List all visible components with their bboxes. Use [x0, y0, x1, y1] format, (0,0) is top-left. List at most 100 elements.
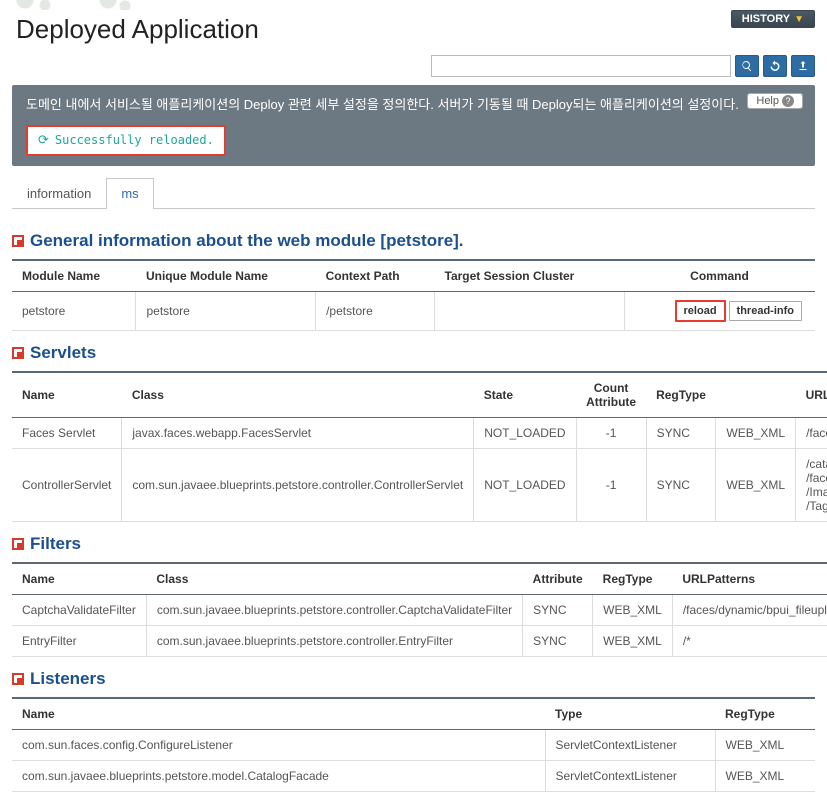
- cell-name: CaptchaValidateFilter: [12, 594, 146, 625]
- cell-urltype: WEB_XML: [716, 417, 796, 448]
- th-urltype: [716, 372, 796, 418]
- servlets-table: Name Class State Count Attribute RegType…: [12, 371, 827, 522]
- cell-url-patterns: /faces/*: [796, 417, 827, 448]
- th-attribute: Attribute: [523, 563, 593, 595]
- chevron-down-icon: ▼: [794, 14, 804, 25]
- decorative-dots: [0, 0, 827, 10]
- table-row: Faces Servletjavax.faces.webapp.FacesSer…: [12, 417, 827, 448]
- cell-regtype: SYNC: [646, 448, 716, 521]
- cell-state: NOT_LOADED: [474, 448, 576, 521]
- cell-regtype: WEB_XML: [715, 729, 815, 760]
- cell-type: ServletContextListener: [545, 729, 715, 760]
- help-label: Help: [756, 95, 779, 107]
- cell-class: javax.faces.webapp.FacesServlet: [122, 417, 474, 448]
- status-message-text: Successfully reloaded.: [55, 133, 214, 147]
- cell-regtype: WEB_XML: [715, 760, 815, 791]
- reload-button[interactable]: reload: [675, 300, 726, 322]
- section-icon: [12, 538, 24, 550]
- table-row: ControllerServletcom.sun.javaee.blueprin…: [12, 448, 827, 521]
- section-icon: [12, 235, 24, 247]
- export-xml-icon-button[interactable]: [791, 55, 815, 77]
- th-module-name: Module Name: [12, 260, 136, 292]
- section-title-servlets: Servlets: [12, 343, 815, 363]
- th-url-patterns: URLPatterns: [672, 563, 827, 595]
- section-title-listeners-text: Listeners: [30, 669, 106, 689]
- th-state: State: [474, 372, 576, 418]
- cell-name: com.sun.faces.config.ConfigureListener: [12, 729, 545, 760]
- history-label: HISTORY: [742, 13, 790, 25]
- th-regtype: RegType: [715, 698, 815, 730]
- cell-url-patterns: /faces/dynamic/bpui_fileupload_handler/h…: [672, 594, 827, 625]
- cell-class: com.sun.javaee.blueprints.petstore.contr…: [122, 448, 474, 521]
- cell-class: com.sun.javaee.blueprints.petstore.contr…: [146, 594, 522, 625]
- table-row: com.sun.faces.config.ConfigureListenerSe…: [12, 729, 815, 760]
- cell-url-patterns: /catalog /controller /faces/CaptchaServl…: [796, 448, 827, 521]
- th-name: Name: [12, 372, 122, 418]
- cell-attribute: SYNC: [523, 594, 593, 625]
- cell-name: com.sun.javaee.blueprints.petstore.model…: [12, 760, 545, 791]
- description-text: 도메인 내에서 서비스될 애플리케이션의 Deploy 관련 세부 설정을 정의…: [26, 95, 801, 115]
- th-count-attr: Count Attribute: [576, 372, 646, 418]
- th-type: Type: [545, 698, 715, 730]
- description-panel: 도메인 내에서 서비스될 애플리케이션의 Deploy 관련 세부 설정을 정의…: [12, 85, 815, 166]
- cell-urltype: WEB_XML: [716, 448, 796, 521]
- cell-count-attr: -1: [576, 448, 646, 521]
- cell-context-path: /petstore: [316, 291, 435, 330]
- section-title-servlets-text: Servlets: [30, 343, 96, 363]
- cell-unique-module-name: petstore: [136, 291, 316, 330]
- table-row: EntryFiltercom.sun.javaee.blueprints.pet…: [12, 625, 827, 656]
- page-title: Deployed Application: [16, 14, 259, 45]
- table-row: CaptchaValidateFiltercom.sun.javaee.blue…: [12, 594, 827, 625]
- refresh-icon-button[interactable]: [763, 55, 787, 77]
- table-row: com.sun.javaee.blueprints.petstore.model…: [12, 760, 815, 791]
- cell-regtype: WEB_XML: [593, 625, 673, 656]
- question-icon: ?: [782, 95, 794, 107]
- cell-target-session-cluster: [435, 291, 625, 330]
- cell-name: Faces Servlet: [12, 417, 122, 448]
- cell-module-name: petstore: [12, 291, 136, 330]
- th-context-path: Context Path: [316, 260, 435, 292]
- cell-command: reloadthread-info: [624, 291, 815, 330]
- th-class: Class: [146, 563, 522, 595]
- section-title-filters-text: Filters: [30, 534, 81, 554]
- section-title-general-text: General information about the web module…: [30, 231, 464, 251]
- listeners-table: Name Type RegType com.sun.faces.config.C…: [12, 697, 815, 792]
- cell-count-attr: -1: [576, 417, 646, 448]
- cell-regtype: SYNC: [646, 417, 716, 448]
- th-class: Class: [122, 372, 474, 418]
- cell-attribute: SYNC: [523, 625, 593, 656]
- section-title-general: General information about the web module…: [12, 231, 815, 251]
- th-name: Name: [12, 563, 146, 595]
- refresh-icon: ⟳: [38, 133, 49, 148]
- status-message-box: ⟳ Successfully reloaded.: [26, 125, 226, 156]
- cell-name: ControllerServlet: [12, 448, 122, 521]
- cell-class: com.sun.javaee.blueprints.petstore.contr…: [146, 625, 522, 656]
- th-regtype: RegType: [646, 372, 716, 418]
- search-icon-button[interactable]: [735, 55, 759, 77]
- filters-table: Name Class Attribute RegType URLPatterns…: [12, 562, 827, 657]
- history-button[interactable]: HISTORY ▼: [731, 10, 815, 28]
- table-row: petstore petstore /petstore reloadthread…: [12, 291, 815, 330]
- general-table: Module Name Unique Module Name Context P…: [12, 259, 815, 331]
- th-target-session-cluster: Target Session Cluster: [435, 260, 625, 292]
- section-title-filters: Filters: [12, 534, 815, 554]
- section-icon: [12, 673, 24, 685]
- cell-url-patterns: /*: [672, 625, 827, 656]
- th-unique-module-name: Unique Module Name: [136, 260, 316, 292]
- th-url-patterns: URLPatterns: [796, 372, 827, 418]
- th-command: Command: [624, 260, 815, 292]
- cell-regtype: WEB_XML: [593, 594, 673, 625]
- tab-bar: information ms: [12, 178, 815, 209]
- cell-type: ServletContextListener: [545, 760, 715, 791]
- cell-state: NOT_LOADED: [474, 417, 576, 448]
- thread-info-button[interactable]: thread-info: [729, 301, 802, 321]
- section-title-listeners: Listeners: [12, 669, 815, 689]
- th-name: Name: [12, 698, 545, 730]
- search-input[interactable]: [431, 55, 731, 77]
- cell-name: EntryFilter: [12, 625, 146, 656]
- tab-ms[interactable]: ms: [106, 178, 153, 209]
- th-regtype: RegType: [593, 563, 673, 595]
- section-icon: [12, 347, 24, 359]
- help-button[interactable]: Help ?: [747, 93, 803, 109]
- tab-information[interactable]: information: [12, 178, 106, 208]
